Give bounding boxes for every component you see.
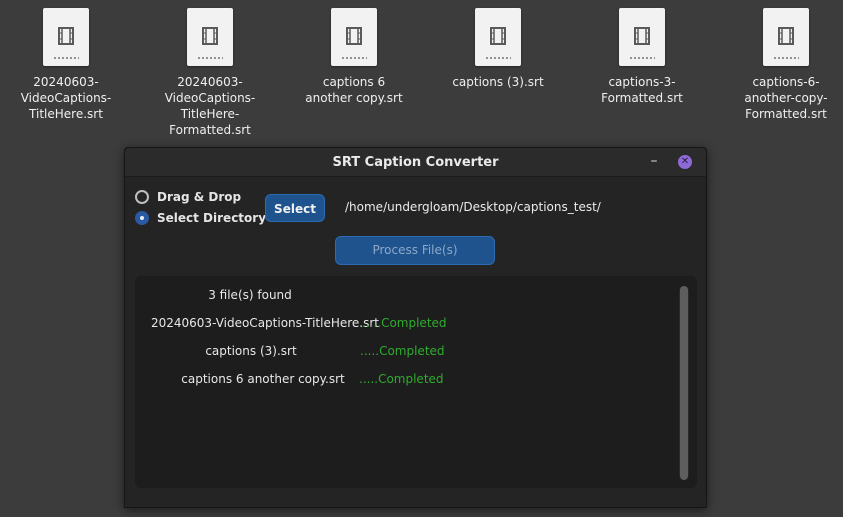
video-file-icon xyxy=(331,8,377,66)
desktop-file[interactable]: captions 6 another copy.srt xyxy=(304,8,404,106)
desktop-file-label: captions-3- Formatted.srt xyxy=(601,75,683,105)
desktop-file[interactable]: captions-6- another-copy- Formatted.srt xyxy=(736,8,836,122)
log-panel: 3 file(s) found 20240603-VideoCaptions-T… xyxy=(135,276,697,488)
desktop-file[interactable]: captions (3).srt xyxy=(448,8,548,90)
desktop-file-label: 20240603- VideoCaptions- TitleHere.srt xyxy=(20,75,112,121)
log-entry: 20240603-VideoCaptions-TitleHere.srt ...… xyxy=(135,316,695,334)
desktop-file-label: captions (3).srt xyxy=(452,75,544,89)
desktop-file[interactable]: 20240603- VideoCaptions- TitleHere- Form… xyxy=(160,8,260,138)
radio-selected-icon[interactable] xyxy=(135,211,149,225)
log-entry-filename: captions (3).srt xyxy=(205,344,297,358)
process-files-button[interactable]: Process File(s) xyxy=(335,236,495,265)
radio-drag-drop[interactable]: Drag & Drop xyxy=(135,190,241,204)
log-entry-status: .....Completed xyxy=(362,316,447,330)
desktop-file[interactable]: 20240603- VideoCaptions- TitleHere.srt xyxy=(16,8,116,122)
video-file-icon xyxy=(43,8,89,66)
window-title: SRT Caption Converter xyxy=(332,155,499,170)
selected-path: /home/undergloam/Desktop/captions_test/ xyxy=(345,200,601,214)
log-entry-status: .....Completed xyxy=(359,372,444,386)
scrollbar-thumb[interactable] xyxy=(680,286,688,480)
radio-circle-icon[interactable] xyxy=(135,190,149,204)
video-file-icon xyxy=(763,8,809,66)
log-entry: captions 6 another copy.srt .....Complet… xyxy=(135,372,695,390)
radio-label: Select Directory xyxy=(157,211,267,225)
radio-select-directory[interactable]: Select Directory xyxy=(135,211,266,225)
minimize-button[interactable]: – xyxy=(647,153,661,169)
desktop-file-label: captions-6- another-copy- Formatted.srt xyxy=(744,75,828,121)
desktop-file-label: captions 6 another copy.srt xyxy=(305,75,403,105)
window-titlebar[interactable]: SRT Caption Converter – ✕ xyxy=(125,148,706,177)
close-button[interactable]: ✕ xyxy=(678,155,692,169)
srt-converter-window: SRT Caption Converter – ✕ Drag & Drop Se… xyxy=(124,147,707,508)
video-file-icon xyxy=(475,8,521,66)
radio-label: Drag & Drop xyxy=(157,190,242,204)
log-entry-filename: captions 6 another copy.srt xyxy=(181,372,345,386)
log-entry: captions (3).srt .....Completed xyxy=(135,344,695,362)
select-button[interactable]: Select xyxy=(265,194,325,222)
desktop-file-label: 20240603- VideoCaptions- TitleHere- Form… xyxy=(164,75,256,137)
log-scrollbar[interactable] xyxy=(679,286,689,480)
video-file-icon xyxy=(187,8,233,66)
desktop-file[interactable]: captions-3- Formatted.srt xyxy=(592,8,692,106)
log-entry-filename: 20240603-VideoCaptions-TitleHere.srt xyxy=(150,316,380,330)
video-file-icon xyxy=(619,8,665,66)
log-entry-status: .....Completed xyxy=(360,344,445,358)
files-found-text: 3 file(s) found xyxy=(208,288,292,302)
